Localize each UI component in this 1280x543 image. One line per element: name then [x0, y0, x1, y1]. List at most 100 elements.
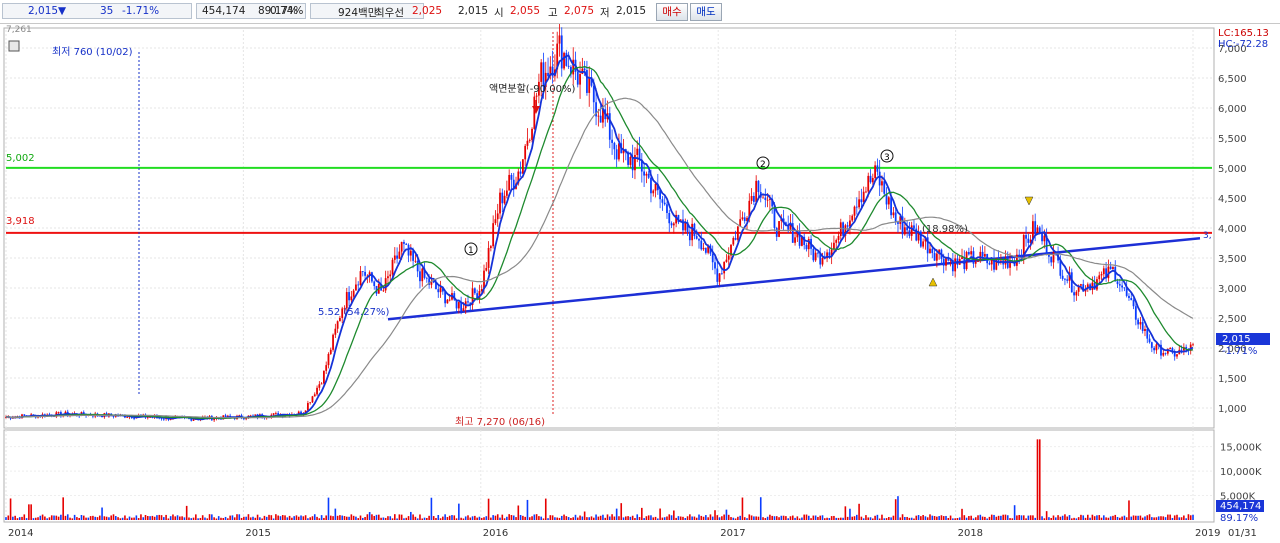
- candle-body: [1176, 354, 1178, 357]
- candle-body: [409, 250, 412, 256]
- volume-bar: [295, 515, 298, 520]
- x-tick-label: 2019: [1195, 528, 1220, 539]
- volume-bar: [984, 516, 986, 520]
- volume-bar: [1043, 518, 1046, 520]
- high-price: 2,075: [564, 5, 595, 17]
- volume-bar: [101, 507, 103, 520]
- candle-body: [821, 258, 824, 265]
- volume-bar: [929, 514, 931, 520]
- volume-bar: [874, 515, 876, 520]
- candle-body: [393, 255, 396, 260]
- candle-body: [1018, 254, 1021, 257]
- volume-bar: [1192, 514, 1194, 520]
- volume-bar: [810, 518, 812, 520]
- volume-pane: [3, 429, 1215, 523]
- volume-bar: [7, 515, 10, 520]
- volume-bar: [583, 511, 586, 520]
- volume-bar: [867, 517, 870, 520]
- volume-bar: [1187, 514, 1190, 520]
- candle-body: [1141, 322, 1144, 332]
- volume-bar: [851, 516, 854, 520]
- candle-body: [272, 413, 275, 415]
- volume-bar: [940, 515, 943, 520]
- volume-bar: [158, 514, 161, 520]
- volume-bar: [62, 497, 64, 520]
- volume-bar: [730, 517, 732, 520]
- candle-body: [1180, 349, 1183, 351]
- volume-bar: [364, 516, 366, 520]
- volume-bar: [460, 517, 462, 520]
- candle-body: [757, 180, 760, 192]
- volume-bar: [741, 497, 744, 520]
- settings-icon[interactable]: [8, 40, 20, 52]
- volume-bar: [512, 515, 515, 520]
- volume-bar: [78, 517, 80, 520]
- candle-body: [897, 222, 899, 224]
- volume-bar: [442, 516, 444, 520]
- volume-bar: [398, 514, 401, 520]
- volume-bar: [1151, 517, 1153, 520]
- candle-body: [775, 227, 778, 237]
- volume-bar: [817, 516, 819, 520]
- volume-bar: [394, 514, 396, 520]
- candle-body: [892, 212, 895, 216]
- volume-bar: [1119, 517, 1121, 520]
- candle-body: [704, 247, 707, 253]
- volume-bar: [1041, 516, 1043, 520]
- candle-body: [162, 418, 165, 420]
- candle-body: [1038, 227, 1041, 233]
- volume-bar: [906, 516, 908, 520]
- volume-bar: [1098, 515, 1101, 520]
- volume-bar: [1160, 516, 1162, 520]
- candle-body: [311, 396, 314, 403]
- candle-body: [1098, 275, 1101, 280]
- volume-bar: [153, 516, 156, 520]
- candle-body: [524, 145, 527, 160]
- volume-bar: [480, 517, 483, 520]
- best-bid: 2,025: [412, 5, 443, 17]
- volume-bar: [478, 516, 481, 520]
- volume-bar: [403, 518, 405, 520]
- candle-body: [457, 302, 460, 309]
- candle-body: [805, 244, 808, 250]
- volume-bar: [1020, 515, 1023, 520]
- volume-bar: [670, 515, 673, 520]
- volume-bar: [1183, 515, 1185, 520]
- candle-body: [1102, 268, 1105, 275]
- candle-body: [364, 271, 366, 276]
- volume-bar: [416, 518, 419, 520]
- volume-bar: [920, 516, 922, 520]
- volume-bar: [901, 514, 904, 520]
- candle-body: [636, 148, 639, 155]
- candle-body: [922, 241, 925, 247]
- volume-bar: [256, 514, 259, 520]
- volume-bar: [1173, 515, 1176, 520]
- candle-body: [425, 277, 428, 279]
- sell-button[interactable]: 매도: [690, 3, 722, 21]
- volume-bar: [894, 499, 897, 520]
- volume-bar: [270, 515, 273, 520]
- volume-bar: [1050, 517, 1053, 520]
- volume-bar: [98, 515, 101, 520]
- volume-bar: [924, 516, 927, 520]
- volume-bar: [803, 514, 805, 520]
- down-arrow-icon: ▼: [58, 5, 67, 17]
- volume-bar: [389, 516, 392, 520]
- volume-bar: [1130, 516, 1133, 520]
- buy-button[interactable]: 매수: [656, 3, 688, 21]
- candle-body: [702, 247, 705, 250]
- candle-body: [1118, 284, 1121, 286]
- volume-bar: [259, 517, 261, 520]
- volume-bar: [14, 515, 16, 520]
- volume-bar: [1084, 517, 1087, 520]
- candle-body: [913, 225, 915, 229]
- volume-bar: [588, 517, 591, 520]
- candle-body: [371, 272, 373, 282]
- volume-bar: [18, 517, 21, 520]
- trend-right-note: 3,: [1203, 231, 1212, 241]
- volume-bar: [396, 518, 398, 520]
- candle-body: [720, 273, 723, 275]
- candle-body: [1066, 279, 1069, 281]
- candle-body: [1080, 284, 1082, 286]
- volume-bar: [581, 516, 584, 520]
